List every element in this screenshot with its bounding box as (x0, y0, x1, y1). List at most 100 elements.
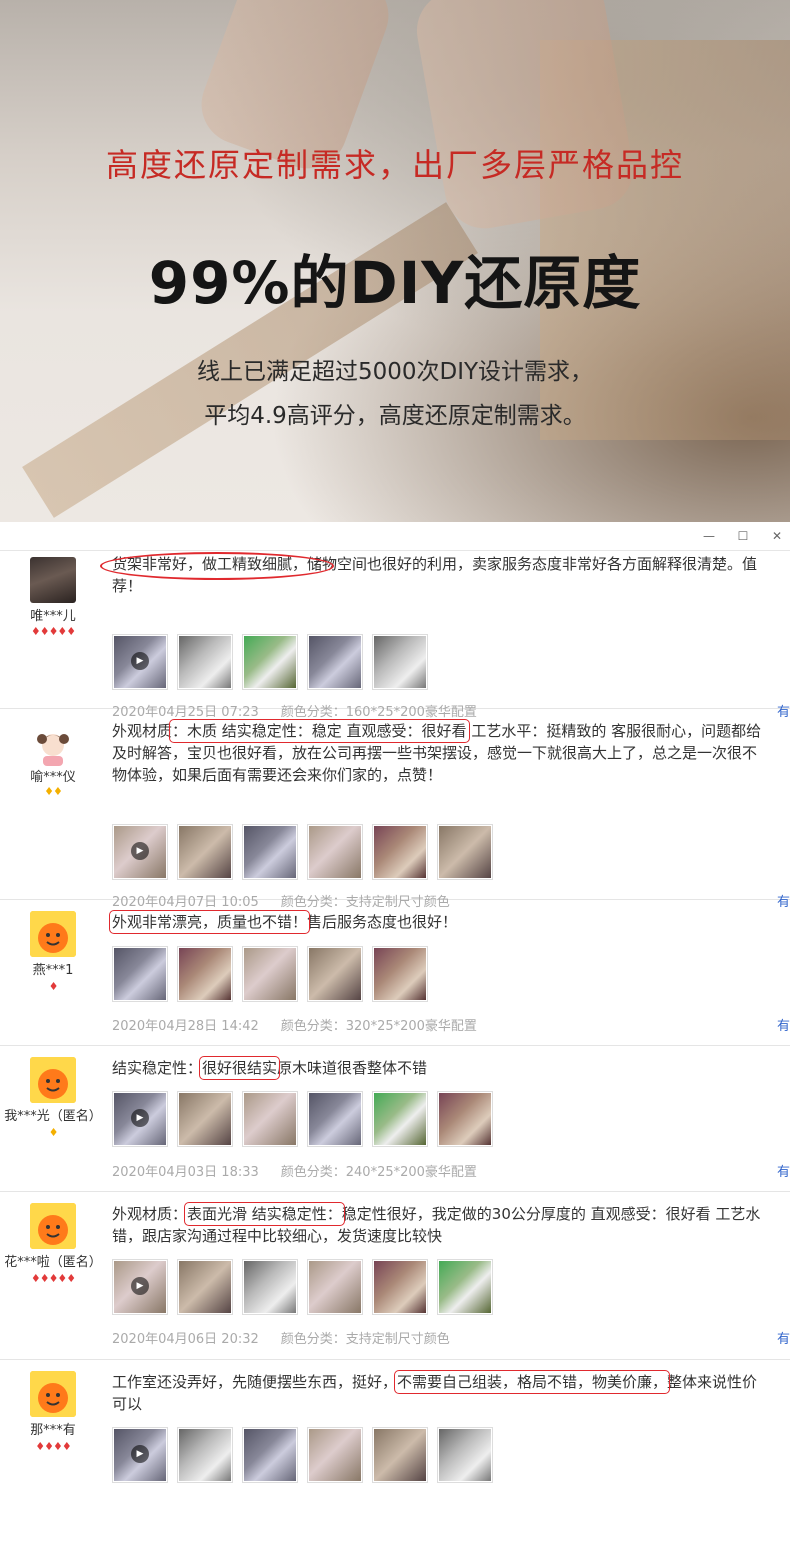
avatar[interactable] (30, 1203, 76, 1249)
photo-thumbnail[interactable] (177, 1427, 233, 1483)
play-icon: ▶ (131, 1109, 149, 1127)
review-category: 颜色分类：240*25*200豪华配置 (280, 1165, 477, 1180)
review-item: 燕***1 ♦ 外观非常漂亮，质量也不错！售后服务态度也很好！ 2020年04月… (0, 900, 790, 1046)
review-item: 喻***仪 ♦♦ 外观材质：木质 结实稳定性：稳定 直观感受：很好看 工艺水平：… (0, 709, 790, 910)
review-text-part: 原木味道很香整体不错 (277, 1059, 428, 1077)
review-text-part: 工作室还没弄好，先随便摆些东西，挺好， (112, 1373, 398, 1391)
avatar[interactable] (30, 723, 76, 769)
photo-thumbnail[interactable] (242, 824, 298, 880)
maximize-button[interactable]: ☐ (734, 527, 752, 545)
rank-icon: ♦ (48, 980, 59, 993)
photo-thumbnail[interactable] (307, 824, 363, 880)
review-text: 外观材质：木质 结实稳定性：稳定 直观感受：很好看 工艺水平：挺精致的 客服很耐… (112, 719, 790, 786)
photo-thumbnail[interactable] (307, 1427, 363, 1483)
photo-thumbnail[interactable] (112, 946, 168, 1002)
big-headline: 99%的DIY还原度 (148, 249, 642, 317)
rank-icon: ♦♦♦♦ (35, 1440, 71, 1453)
photo-thumbnail[interactable] (372, 824, 428, 880)
photo-thumbnail[interactable] (437, 1259, 493, 1315)
play-icon: ▶ (131, 1445, 149, 1463)
photo-thumbnail[interactable] (307, 946, 363, 1002)
photo-thumbnail[interactable] (372, 946, 428, 1002)
review-text-line: 荐！ (112, 577, 143, 595)
photo-strip: ▶ (112, 824, 493, 880)
video-thumbnail[interactable]: ▶ (112, 1259, 168, 1315)
photo-thumbnail[interactable] (437, 1427, 493, 1483)
more-link[interactable]: 有 (777, 1015, 790, 1034)
photo-thumbnail[interactable] (437, 824, 493, 880)
avatar[interactable] (30, 911, 76, 957)
review-category: 颜色分类：支持定制尺寸颜色 (280, 1332, 450, 1347)
play-icon: ▶ (131, 842, 149, 860)
review-text-part: 工艺水平：挺精致的 客服很耐心，问题都给 (466, 722, 762, 740)
window-titlebar: — ☐ ✕ (0, 522, 790, 551)
review-category: 颜色分类：320*25*200豪华配置 (280, 1019, 477, 1034)
avatar[interactable] (30, 557, 76, 603)
avatar[interactable] (30, 1371, 76, 1417)
rank-icon: ♦ (48, 1126, 59, 1139)
video-thumbnail[interactable]: ▶ (112, 1427, 168, 1483)
play-icon: ▶ (131, 1277, 149, 1295)
review-item: 唯***儿 ♦♦♦♦♦ 货架非常好，做工精致细腻，储物空间也很好的利用，卖家服务… (0, 551, 790, 720)
review-text-line: 物体验，如果后面有需要还会来你们家的，点赞！ (112, 766, 443, 784)
photo-thumbnail[interactable] (372, 634, 428, 690)
photo-thumbnail[interactable] (437, 1091, 493, 1147)
minimize-button[interactable]: — (700, 527, 718, 545)
photo-thumbnail[interactable] (177, 634, 233, 690)
review-item: 花***啦（匿名） ♦♦♦♦♦ 外观材质：表面光滑 结实稳定性：稳定性很好，我定… (0, 1192, 790, 1360)
review-text-line: 错，跟店家沟通过程中比较细心，发货速度比较快 (112, 1227, 443, 1245)
photo-thumbnail[interactable] (307, 634, 363, 690)
video-thumbnail[interactable]: ▶ (112, 634, 168, 690)
photo-thumbnail[interactable] (242, 1091, 298, 1147)
photo-strip: ▶ (112, 634, 428, 690)
rank-icon: ♦♦♦♦♦ (30, 625, 76, 638)
photo-thumbnail[interactable] (372, 1427, 428, 1483)
review-meta: 2020年04月03日 18:33 颜色分类：240*25*200豪华配置 (112, 1161, 477, 1180)
photo-strip: ▶ (112, 1259, 493, 1315)
reviewer-name: 那***有 (30, 1423, 76, 1438)
photo-thumbnail[interactable] (177, 1091, 233, 1147)
review-text: 工作室还没弄好，先随便摆些东西，挺好，不需要自己组装，格局不错，物美价廉，整体来… (112, 1370, 790, 1415)
review-text-part: 稳定性很好，我定做的30公分厚度的 直观感受：很好看 工艺水 (341, 1205, 761, 1223)
photo-strip: ▶ (112, 1427, 493, 1483)
review-text: 外观非常漂亮，质量也不错！售后服务态度也很好！ (108, 910, 790, 934)
photo-thumbnail[interactable] (307, 1259, 363, 1315)
close-button[interactable]: ✕ (768, 527, 786, 545)
subline-2: 平均4.9高评分，高度还原定制需求。 (204, 403, 586, 429)
more-link[interactable]: 有 (777, 1161, 790, 1180)
review-text-line: 可以 (112, 1395, 143, 1413)
subline-1: 线上已满足超过5000次DIY设计需求， (196, 359, 594, 385)
more-link[interactable]: 有 (777, 1328, 790, 1347)
photo-thumbnail[interactable] (372, 1091, 428, 1147)
review-text-part: 结实稳定性： (112, 1059, 203, 1077)
rank-icon: ♦♦♦♦♦ (30, 1272, 76, 1285)
review-item: 我***光（匿名） ♦ 结实稳定性：很好很结实原木味道很香整体不错 ▶ 2020… (0, 1046, 790, 1192)
review-date: 2020年04月28日 14:42 (112, 1019, 259, 1034)
highlighted-phrase: 外观非常漂亮，质量也不错！ (108, 910, 311, 934)
avatar[interactable] (30, 1057, 76, 1103)
photo-thumbnail[interactable] (307, 1091, 363, 1147)
reviewer-name: 我***光（匿名） (4, 1109, 102, 1124)
video-thumbnail[interactable]: ▶ (112, 824, 168, 880)
video-thumbnail[interactable]: ▶ (112, 1091, 168, 1147)
photo-thumbnail[interactable] (242, 1427, 298, 1483)
photo-thumbnail[interactable] (372, 1259, 428, 1315)
red-headline: 高度还原定制需求，出厂多层严格品控 (105, 146, 684, 184)
photo-thumbnail[interactable] (177, 946, 233, 1002)
photo-thumbnail[interactable] (242, 946, 298, 1002)
review-text: 外观材质：表面光滑 结实稳定性：稳定性很好，我定做的30公分厚度的 直观感受：很… (112, 1202, 790, 1247)
review-date: 2020年04月06日 20:32 (112, 1332, 259, 1347)
review-text-line: 及时解答，宝贝也很好看，放在公司再摆一些书架摆设，感觉一下就很高大上了，总之是一… (112, 744, 758, 762)
photo-strip: ▶ (112, 1091, 493, 1147)
highlighted-phrase: 表面光滑 结实稳定性： (184, 1202, 345, 1226)
review-text: 结实稳定性：很好很结实原木味道很香整体不错 (112, 1056, 790, 1080)
reviewer-name: 燕***1 (32, 963, 74, 978)
review-text-part: 整体来说性价 (667, 1373, 758, 1391)
highlighted-phrase: 不需要自己组装，格局不错，物美价廉， (394, 1370, 671, 1394)
photo-thumbnail[interactable] (177, 1259, 233, 1315)
photo-thumbnail[interactable] (242, 634, 298, 690)
reviewer-name: 唯***儿 (30, 609, 76, 624)
photo-thumbnail[interactable] (242, 1259, 298, 1315)
photo-thumbnail[interactable] (177, 824, 233, 880)
review-text-part: 售后服务态度也很好！ (307, 913, 458, 931)
